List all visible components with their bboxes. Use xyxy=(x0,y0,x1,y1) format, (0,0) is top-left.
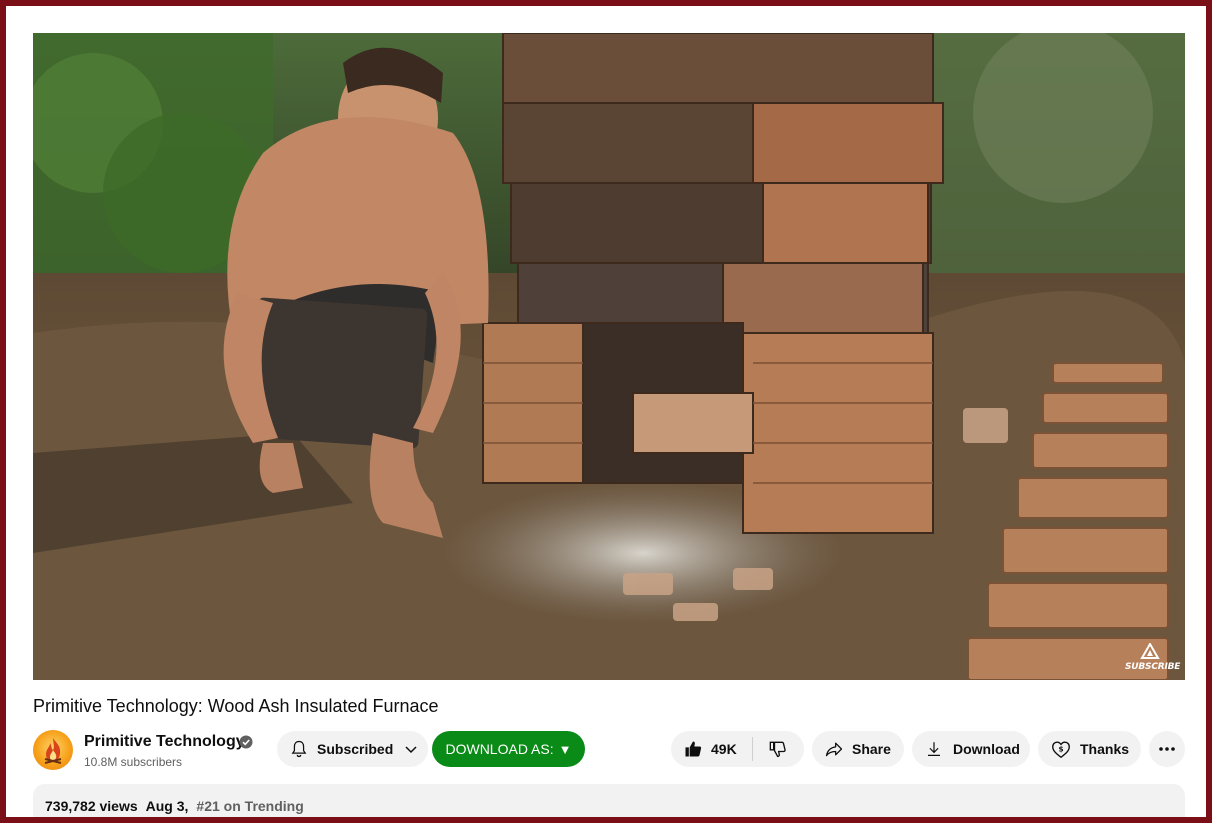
download-as-arrow: ▼ xyxy=(558,741,572,757)
download-label: Download xyxy=(953,741,1020,757)
video-player[interactable]: SUBSCRIBE xyxy=(33,33,1185,680)
trending-rank: #21 xyxy=(196,798,220,814)
thanks-label: Thanks xyxy=(1080,741,1130,757)
svg-text:$: $ xyxy=(1058,744,1063,753)
video-title: Primitive Technology: Wood Ash Insulated… xyxy=(33,696,439,716)
subscribe-logo-icon xyxy=(1140,643,1160,659)
share-button[interactable]: Share xyxy=(812,731,904,767)
trending-suffix: on Trending xyxy=(223,798,304,814)
more-icon xyxy=(1158,740,1176,758)
channel-name[interactable]: Primitive Technology xyxy=(84,733,245,751)
share-icon xyxy=(824,739,844,759)
download-as-label: DOWNLOAD AS: xyxy=(445,741,554,757)
like-dislike-group: 49K xyxy=(671,731,804,767)
subscriber-count: 10.8M subscribers xyxy=(84,755,183,769)
like-count: 49K xyxy=(711,741,737,757)
thanks-button[interactable]: $ Thanks xyxy=(1038,731,1141,767)
description-box[interactable]: 739,782 views Aug 3, #21 on Trending xyxy=(33,784,1185,817)
subscribed-label: Subscribed xyxy=(317,741,394,757)
like-divider xyxy=(751,737,753,761)
channel-action-row: Primitive Technology 10.8M subscribers S… xyxy=(33,730,1185,770)
view-count: 739,782 views xyxy=(45,798,138,814)
download-button[interactable]: Download xyxy=(912,731,1030,767)
video-frame-image xyxy=(33,33,1185,680)
download-icon xyxy=(925,740,943,758)
subscribe-watermark[interactable]: SUBSCRIBE xyxy=(1125,643,1181,672)
chevron-down-icon xyxy=(403,741,419,757)
subscribed-button[interactable]: Subscribed xyxy=(277,731,428,767)
share-label: Share xyxy=(852,741,891,757)
thumbs-down-icon[interactable] xyxy=(767,739,787,759)
bell-icon xyxy=(289,739,309,759)
verified-check-icon xyxy=(239,735,253,749)
page-frame: SUBSCRIBE Primitive Technology: Wood Ash… xyxy=(6,6,1206,817)
trending-badge[interactable]: #21 on Trending xyxy=(196,798,303,814)
thanks-icon: $ xyxy=(1050,738,1072,760)
thumbs-up-icon[interactable] xyxy=(683,739,703,759)
watermark-text: SUBSCRIBE xyxy=(1125,662,1181,672)
channel-avatar[interactable] xyxy=(33,730,73,770)
fire-icon xyxy=(44,738,62,764)
publish-date: Aug 3, xyxy=(145,798,189,814)
more-actions-button[interactable] xyxy=(1149,731,1185,767)
download-as-button[interactable]: DOWNLOAD AS: ▼ xyxy=(432,731,585,767)
